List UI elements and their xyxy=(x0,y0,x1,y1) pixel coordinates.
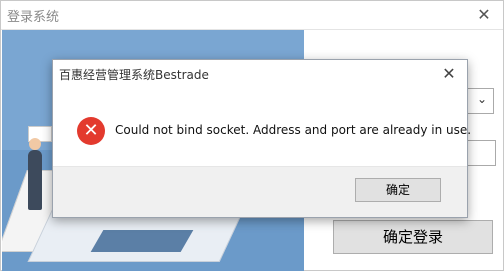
login-window-titlebar: 登录系统 ✕ xyxy=(1,1,503,30)
dialog-footer: 确定 xyxy=(53,166,467,217)
ok-button[interactable]: 确定 xyxy=(355,178,441,202)
server-select[interactable]: ⌄ xyxy=(464,88,494,114)
person-head xyxy=(29,138,41,150)
login-window-title: 登录系统 xyxy=(7,10,60,25)
dialog-title: 百惠经营管理系统Bestrade xyxy=(59,68,209,82)
dialog-message: Could not bind socket. Address and port … xyxy=(115,123,472,137)
dialog-close-icon[interactable]: ✕ xyxy=(439,64,459,84)
chevron-down-icon[interactable]: ⌄ xyxy=(477,92,487,106)
laptop-icon xyxy=(90,230,194,252)
login-button[interactable]: 确定登录 xyxy=(333,220,493,254)
password-field[interactable] xyxy=(464,140,496,166)
dialog-titlebar: 百惠经营管理系统Bestrade ✕ xyxy=(53,60,467,88)
error-dialog: 百惠经营管理系统Bestrade ✕ ✕ Could not bind sock… xyxy=(52,59,472,218)
error-icon: ✕ xyxy=(77,117,105,145)
login-window-close-icon[interactable]: ✕ xyxy=(473,4,495,26)
person-figure xyxy=(28,150,42,210)
